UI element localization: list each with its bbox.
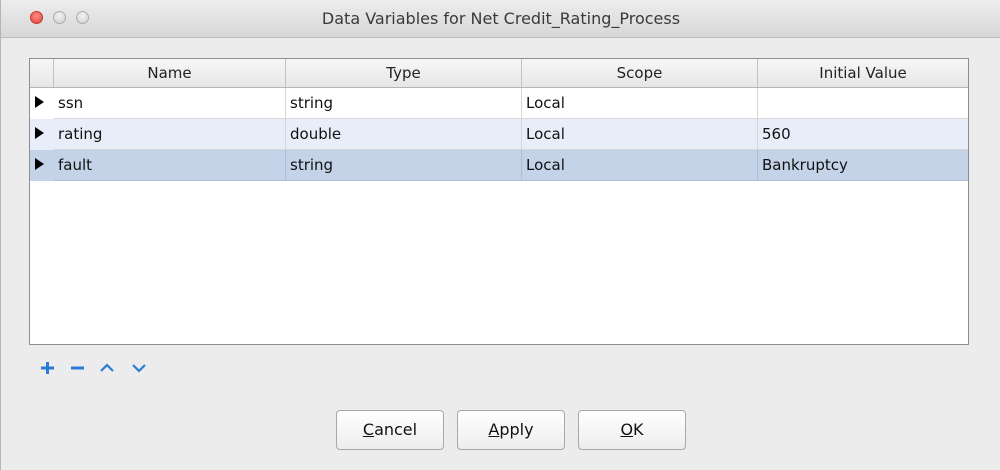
expand-arrow-icon[interactable] — [35, 127, 44, 139]
cell-initial-value[interactable]: 560 — [758, 119, 968, 150]
table-row[interactable]: ssn string Local — [30, 88, 968, 119]
cell-initial-value[interactable] — [758, 88, 968, 119]
column-header-scope[interactable]: Scope — [522, 59, 758, 87]
apply-label: pply — [499, 420, 534, 439]
row-header-corner — [30, 59, 54, 87]
apply-button[interactable]: Apply — [457, 410, 565, 450]
remove-icon[interactable] — [67, 358, 87, 378]
apply-mnemonic: A — [488, 420, 500, 439]
expand-arrow-icon[interactable] — [35, 158, 44, 170]
cell-scope[interactable]: Local — [522, 150, 758, 181]
cell-name[interactable]: ssn — [54, 88, 286, 119]
column-header-name[interactable]: Name — [54, 59, 286, 87]
dialog-window: Data Variables for Net Credit_Rating_Pro… — [0, 0, 1000, 470]
title-bar[interactable]: Data Variables for Net Credit_Rating_Pro… — [1, 0, 1000, 38]
table-row-selected[interactable]: fault string Local Bankruptcy — [30, 150, 968, 181]
cell-scope[interactable]: Local — [522, 119, 758, 150]
row-header[interactable] — [30, 150, 54, 181]
cell-scope[interactable]: Local — [522, 88, 758, 119]
cell-type[interactable]: string — [286, 150, 522, 181]
add-icon[interactable] — [37, 358, 57, 378]
ok-button[interactable]: OK — [578, 410, 686, 450]
column-header-type[interactable]: Type — [286, 59, 522, 87]
variables-table[interactable]: Name Type Scope Initial Value ssn string… — [29, 58, 969, 345]
cancel-label: ancel — [374, 420, 418, 439]
cell-name[interactable]: fault — [54, 150, 286, 181]
move-up-icon[interactable] — [97, 358, 117, 378]
row-header[interactable] — [30, 119, 54, 150]
cancel-mnemonic: C — [362, 420, 375, 439]
table-header: Name Type Scope Initial Value — [30, 59, 968, 88]
move-down-icon[interactable] — [129, 358, 149, 378]
cell-initial-value[interactable]: Bankruptcy — [758, 150, 968, 181]
table-row[interactable]: rating double Local 560 — [30, 119, 968, 150]
ok-label: K — [633, 420, 644, 439]
cell-name[interactable]: rating — [54, 119, 286, 150]
ok-mnemonic: O — [620, 420, 634, 439]
cell-type[interactable]: string — [286, 88, 522, 119]
expand-arrow-icon[interactable] — [35, 96, 44, 108]
row-header[interactable] — [30, 88, 54, 119]
column-header-initial-value[interactable]: Initial Value — [758, 59, 968, 87]
window-title: Data Variables for Net Credit_Rating_Pro… — [321, 9, 681, 28]
cell-type[interactable]: double — [286, 119, 522, 150]
cancel-button[interactable]: Cancel — [336, 410, 444, 450]
